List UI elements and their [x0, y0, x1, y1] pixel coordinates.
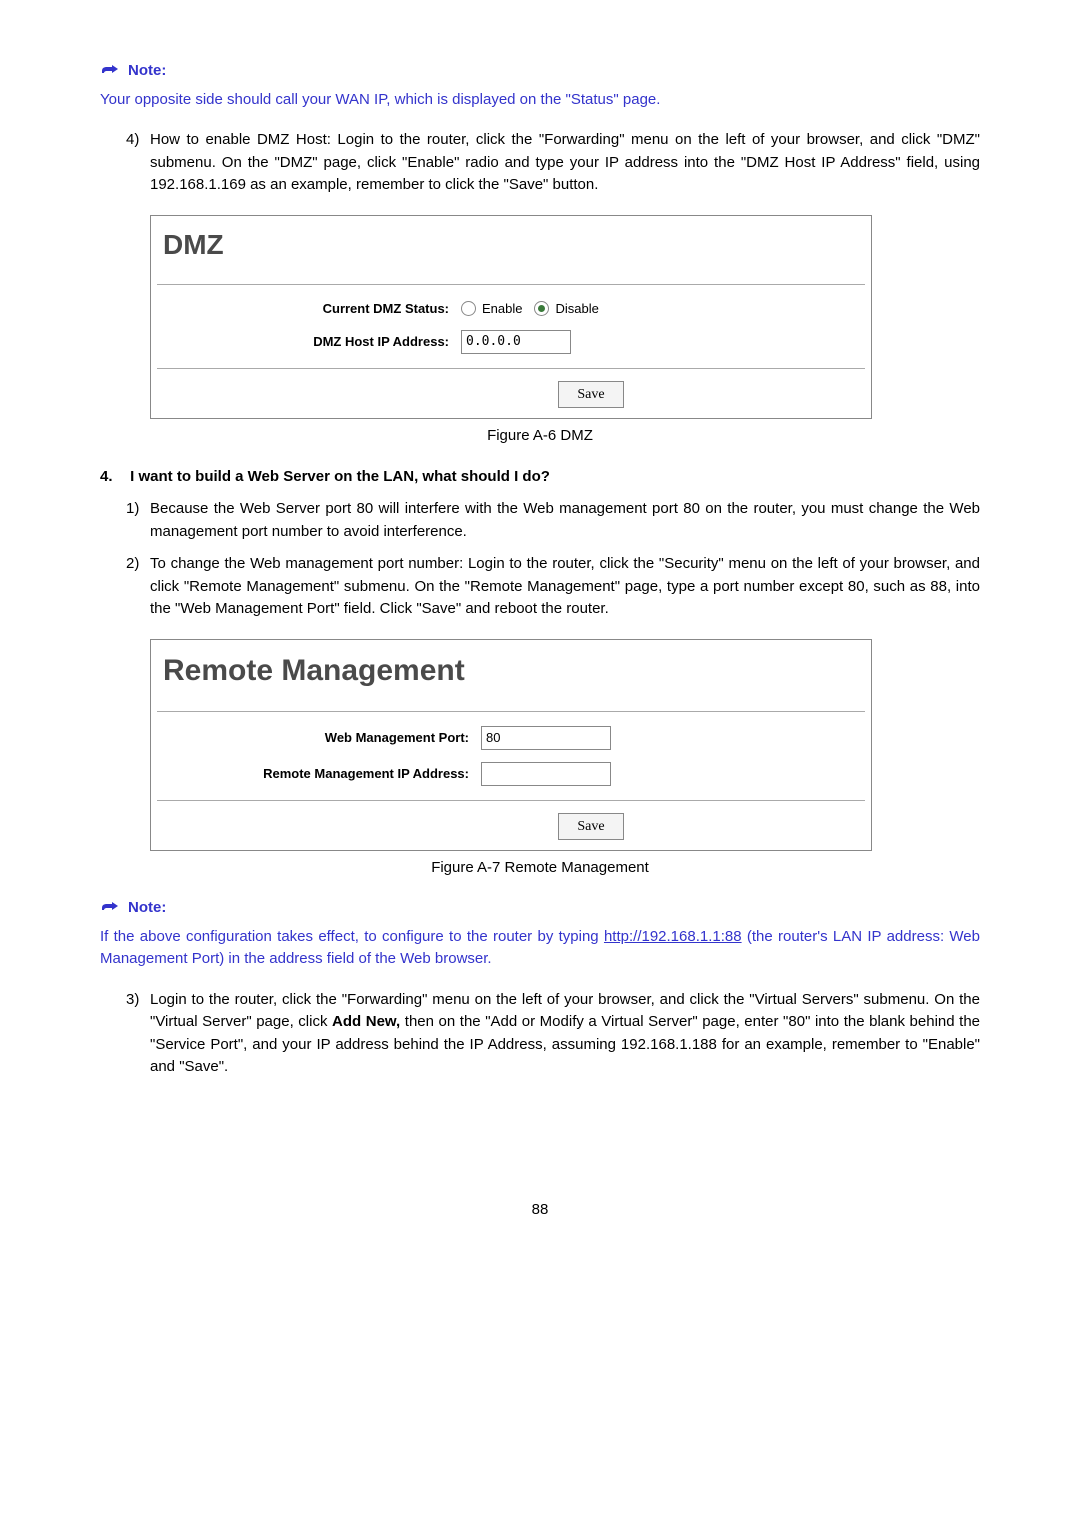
- web-port-row: Web Management Port: 80: [151, 720, 871, 756]
- question-number: 4.: [100, 466, 126, 489]
- dmz-ip-row: DMZ Host IP Address: 0.0.0.0: [151, 324, 871, 360]
- list-item-body: How to enable DMZ Host: Login to the rou…: [150, 129, 980, 197]
- list-item-number: 3): [100, 989, 150, 1079]
- save-button[interactable]: Save: [558, 813, 623, 840]
- dmz-ip-input[interactable]: 0.0.0.0: [461, 330, 571, 354]
- dmz-status-controls: Enable Disable: [461, 299, 863, 319]
- list-item-body: Because the Web Server port 80 will inte…: [150, 498, 980, 543]
- disable-radio-label: Disable: [555, 299, 598, 319]
- panel-title: DMZ: [163, 229, 224, 260]
- pointing-hand-icon: [100, 897, 122, 920]
- panel-header: DMZ: [151, 216, 871, 284]
- list: 1) Because the Web Server port 80 will i…: [100, 498, 980, 621]
- question-text: I want to build a Web Server on the LAN,…: [130, 468, 550, 485]
- figure-caption: Figure A-7 Remote Management: [100, 857, 980, 880]
- list-item: 3) Login to the router, click the "Forwa…: [100, 989, 980, 1079]
- note-label: Note:: [128, 897, 166, 920]
- note-body: If the above configuration takes effect,…: [100, 926, 980, 971]
- note-header: Note:: [100, 60, 980, 83]
- dmz-status-row: Current DMZ Status: Enable Disable: [151, 293, 871, 325]
- button-row: Save: [151, 369, 871, 418]
- list-item: 1) Because the Web Server port 80 will i…: [100, 498, 980, 543]
- list-item-number: 2): [100, 553, 150, 621]
- question-header: 4. I want to build a Web Server on the L…: [100, 466, 980, 489]
- figure-caption: Figure A-6 DMZ: [100, 425, 980, 448]
- list: 3) Login to the router, click the "Forwa…: [100, 989, 980, 1079]
- note-label: Note:: [128, 60, 166, 83]
- save-button[interactable]: Save: [558, 381, 623, 408]
- list-item-number: 4): [100, 129, 150, 197]
- router-url-link[interactable]: http://192.168.1.1:88: [604, 928, 742, 945]
- remote-ip-row: Remote Management IP Address:: [151, 756, 871, 792]
- note-text-before: If the above configuration takes effect,…: [100, 928, 604, 945]
- web-port-input[interactable]: 80: [481, 726, 611, 750]
- button-row: Save: [151, 801, 871, 850]
- enable-radio-label: Enable: [482, 299, 522, 319]
- list-item-body: Login to the router, click the "Forwardi…: [150, 989, 980, 1079]
- pointing-hand-icon: [100, 60, 122, 83]
- disable-radio[interactable]: [534, 301, 549, 316]
- note-header: Note:: [100, 897, 980, 920]
- list: 4) How to enable DMZ Host: Login to the …: [100, 129, 980, 197]
- dmz-status-label: Current DMZ Status:: [159, 299, 461, 319]
- remote-ip-label: Remote Management IP Address:: [159, 764, 481, 784]
- list-item-number: 1): [100, 498, 150, 543]
- remote-ip-input[interactable]: [481, 762, 611, 786]
- add-new-bold: Add New,: [332, 1013, 400, 1030]
- panel-title: Remote Management: [163, 654, 465, 687]
- page-number: 88: [100, 1199, 980, 1222]
- remote-management-panel: Remote Management Web Management Port: 8…: [150, 639, 872, 851]
- list-item: 4) How to enable DMZ Host: Login to the …: [100, 129, 980, 197]
- panel-header: Remote Management: [151, 640, 871, 711]
- web-port-label: Web Management Port:: [159, 728, 481, 748]
- dmz-panel: DMZ Current DMZ Status: Enable Disable D…: [150, 215, 872, 420]
- list-item-body: To change the Web management port number…: [150, 553, 980, 621]
- enable-radio[interactable]: [461, 301, 476, 316]
- dmz-ip-label: DMZ Host IP Address:: [159, 332, 461, 352]
- list-item: 2) To change the Web management port num…: [100, 553, 980, 621]
- note-body: Your opposite side should call your WAN …: [100, 89, 980, 112]
